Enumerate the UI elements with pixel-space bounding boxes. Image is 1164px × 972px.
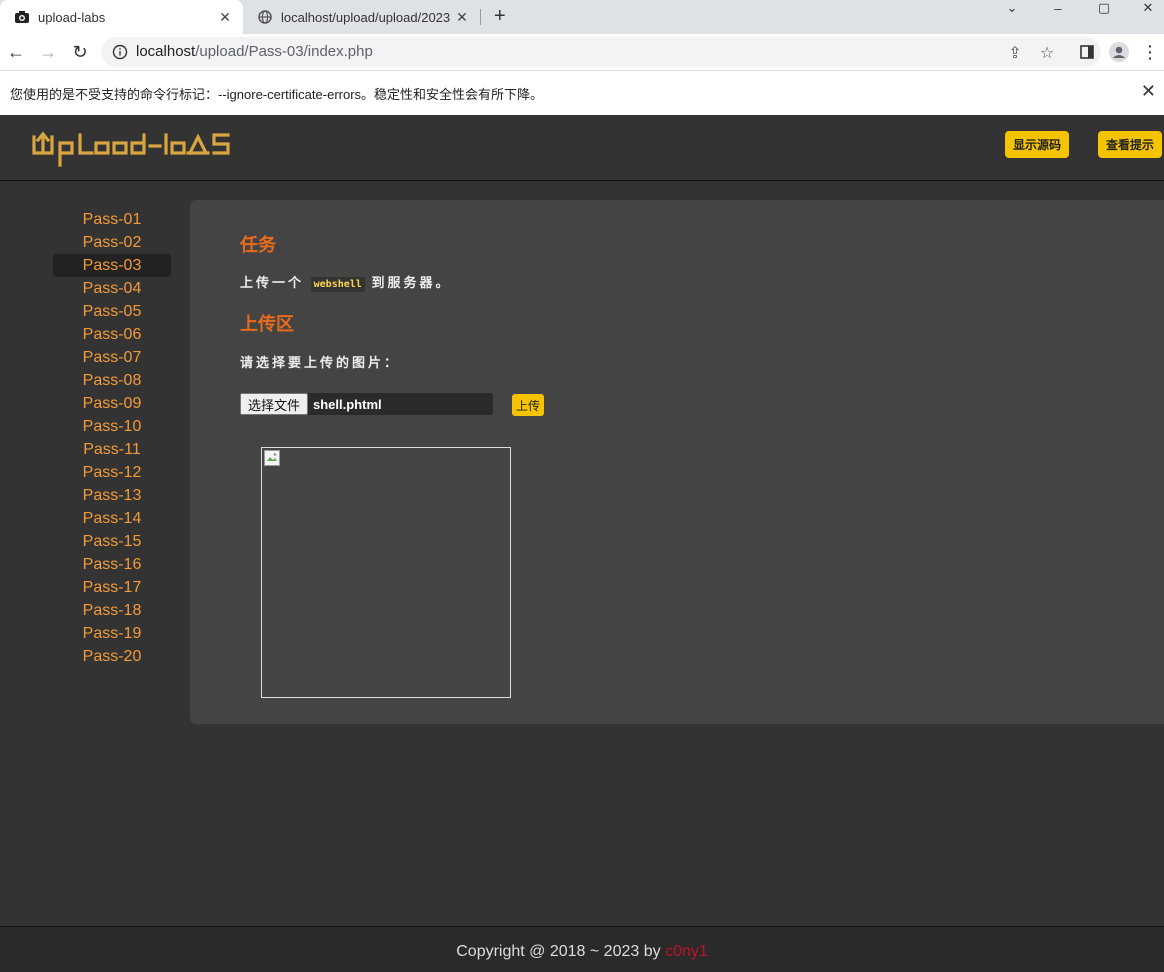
upload-button[interactable]: 上传 [512, 394, 545, 416]
tab-title: localhost/upload/upload/2023 [281, 9, 451, 25]
site-info-icon[interactable] [112, 44, 128, 60]
sidebar-item-pass-04[interactable]: Pass-04 [53, 277, 171, 300]
url-host: localhost [136, 43, 196, 60]
tab-bar: upload-labs ✕ localhost/upload/upload/20… [0, 0, 1164, 34]
sidebar-item-pass-06[interactable]: Pass-06 [53, 323, 171, 346]
show-hint-button[interactable]: 查看提示 [1098, 131, 1163, 158]
close-infobar-icon[interactable]: ✕ [1141, 81, 1156, 102]
url-text: localhost/upload/Pass-03/index.php [136, 43, 373, 60]
browser-toolbar: ← → ↻ localhost/upload/Pass-03/index.php… [0, 34, 1164, 70]
sidebar-item-pass-12[interactable]: Pass-12 [53, 461, 171, 484]
camera-icon [14, 9, 30, 25]
sidebar-item-pass-08[interactable]: Pass-08 [53, 369, 171, 392]
sidebar-item-pass-03[interactable]: Pass-03 [53, 254, 171, 277]
show-source-button[interactable]: 显示源码 [1005, 131, 1070, 158]
tab-title: upload-labs [38, 9, 106, 25]
task-code: webshell [310, 277, 365, 292]
side-panel-icon[interactable] [1075, 40, 1099, 64]
url-path: /upload/Pass-03/index.php [195, 43, 373, 60]
reload-icon[interactable]: ↻ [68, 40, 92, 64]
copyright-text: Copyright @ 2018 ~ 2023 by c0ny1 [0, 943, 1164, 961]
upload-prompt: 请选择要上传的图片： [240, 355, 401, 370]
sidebar-item-pass-07[interactable]: Pass-07 [53, 346, 171, 369]
sidebar-item-pass-05[interactable]: Pass-05 [53, 300, 171, 323]
minimize-icon[interactable]: – [1038, 0, 1078, 16]
site-header: 显示源码 查看提示 [0, 115, 1164, 181]
close-tab-icon[interactable]: ✕ [215, 9, 235, 26]
warning-infobar: 您使用的是不受支持的命令行标记：--ignore-certificate-err… [0, 70, 1164, 116]
sidebar-item-pass-14[interactable]: Pass-14 [53, 507, 171, 530]
author-link[interactable]: c0ny1 [665, 943, 708, 960]
task-text-before: 上传一个 [240, 275, 305, 290]
task-description: 上传一个 webshell 到服务器。 [240, 272, 452, 292]
sidebar-item-pass-17[interactable]: Pass-17 [53, 576, 171, 599]
sidebar-item-pass-15[interactable]: Pass-15 [53, 530, 171, 553]
logo[interactable] [30, 127, 260, 174]
tab-search-icon[interactable]: ⌄ [992, 0, 1032, 16]
task-heading: 任务 [240, 235, 276, 255]
tab-upload-dir[interactable]: localhost/upload/upload/2023 ✕ [243, 0, 480, 34]
task-text-after: 到服务器。 [371, 275, 452, 290]
sidebar-item-pass-16[interactable]: Pass-16 [53, 553, 171, 576]
address-bar[interactable]: localhost/upload/Pass-03/index.php ⇪ ☆ [101, 37, 1101, 67]
profile-avatar-icon[interactable] [1107, 40, 1131, 64]
infobar-message: 您使用的是不受支持的命令行标记：--ignore-certificate-err… [10, 87, 544, 102]
bookmark-star-icon[interactable]: ☆ [1037, 43, 1057, 63]
maximize-icon[interactable]: ▢ [1084, 0, 1124, 16]
sidebar-item-pass-19[interactable]: Pass-19 [53, 622, 171, 645]
back-icon[interactable]: ← [4, 40, 28, 64]
sidebar-item-pass-10[interactable]: Pass-10 [53, 415, 171, 438]
sidebar-item-pass-01[interactable]: Pass-01 [53, 208, 171, 231]
tab-separator [480, 9, 481, 25]
sidebar: Pass-01 Pass-02 Pass-03 Pass-04 Pass-05 … [53, 208, 171, 668]
sidebar-item-pass-02[interactable]: Pass-02 [53, 231, 171, 254]
close-tab-icon[interactable]: ✕ [452, 9, 472, 26]
choose-file-button[interactable]: 选择文件 [240, 393, 309, 415]
tab-upload-labs[interactable]: upload-labs ✕ [0, 0, 243, 34]
sidebar-item-pass-20[interactable]: Pass-20 [53, 645, 171, 668]
image-preview [261, 447, 511, 698]
share-icon[interactable]: ⇪ [1005, 43, 1025, 63]
file-input[interactable]: 选择文件 shell.phtml [240, 393, 493, 415]
logo-graphic [32, 131, 230, 167]
close-window-icon[interactable]: ✕ [1128, 0, 1164, 16]
copyright-label: Copyright @ 2018 ~ 2023 by [456, 943, 666, 960]
sidebar-item-pass-18[interactable]: Pass-18 [53, 599, 171, 622]
sidebar-item-pass-11[interactable]: Pass-11 [53, 438, 171, 461]
forward-icon[interactable]: → [36, 40, 60, 64]
main-content: 任务 上传一个 webshell 到服务器。 上传区 请选择要上传的图片： 选择… [190, 200, 1164, 724]
sidebar-item-pass-09[interactable]: Pass-09 [53, 392, 171, 415]
new-tab-icon[interactable]: + [494, 5, 506, 28]
selected-file-name: shell.phtml [313, 397, 382, 412]
menu-icon[interactable]: ⋮ [1138, 40, 1162, 64]
broken-image-icon [264, 450, 280, 466]
sidebar-item-pass-13[interactable]: Pass-13 [53, 484, 171, 507]
globe-icon [257, 9, 273, 25]
upload-heading: 上传区 [240, 314, 294, 334]
page-footer: Copyright @ 2018 ~ 2023 by c0ny1 [0, 926, 1164, 972]
